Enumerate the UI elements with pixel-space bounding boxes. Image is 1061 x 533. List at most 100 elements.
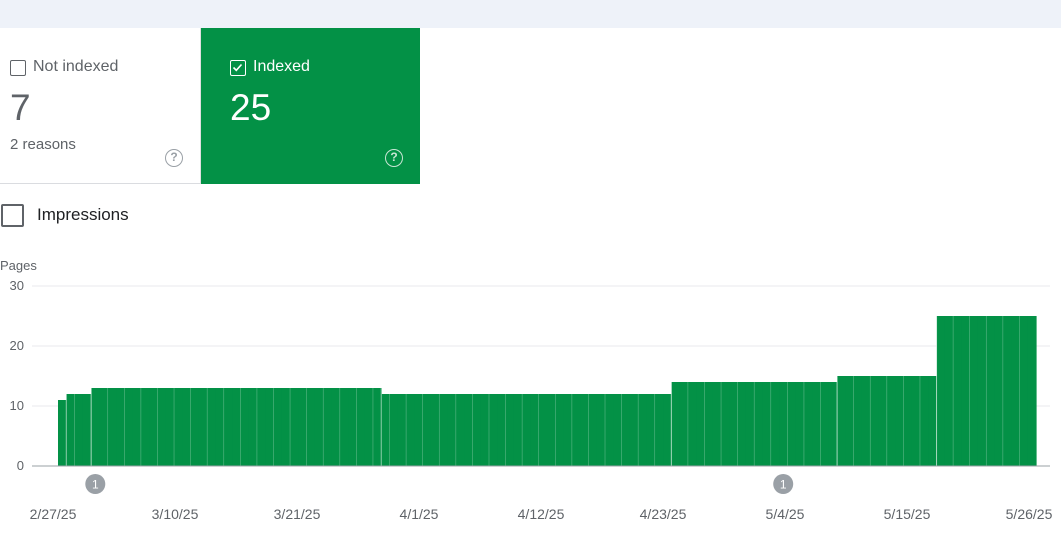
bar[interactable] bbox=[936, 316, 946, 466]
bar[interactable] bbox=[696, 382, 706, 466]
bar[interactable] bbox=[99, 388, 109, 466]
bar[interactable] bbox=[770, 382, 780, 466]
bar[interactable] bbox=[812, 382, 822, 466]
bar[interactable] bbox=[745, 382, 755, 466]
bar[interactable] bbox=[215, 388, 225, 466]
bar[interactable] bbox=[953, 316, 963, 466]
bar[interactable] bbox=[895, 376, 904, 466]
indexed-checkbox[interactable] bbox=[230, 60, 246, 76]
not-indexed-card[interactable]: Not indexed 7 2 reasons ? bbox=[0, 28, 201, 184]
bar[interactable] bbox=[464, 394, 474, 466]
bar[interactable] bbox=[472, 394, 482, 466]
bar[interactable] bbox=[704, 382, 714, 466]
bar[interactable] bbox=[157, 388, 167, 466]
bar[interactable] bbox=[986, 316, 996, 466]
bar[interactable] bbox=[605, 394, 614, 466]
not-indexed-checkbox[interactable] bbox=[10, 60, 26, 76]
bar[interactable] bbox=[903, 376, 913, 466]
bar[interactable] bbox=[737, 382, 747, 466]
bar[interactable] bbox=[116, 388, 125, 466]
bar[interactable] bbox=[1019, 316, 1029, 466]
bar[interactable] bbox=[223, 388, 233, 466]
bar[interactable] bbox=[679, 382, 689, 466]
bar[interactable] bbox=[663, 394, 672, 466]
bar[interactable] bbox=[638, 394, 648, 466]
bar[interactable] bbox=[828, 382, 838, 466]
bar[interactable] bbox=[613, 394, 623, 466]
bar[interactable] bbox=[571, 394, 581, 466]
indexed-card[interactable]: Indexed 25 ? bbox=[201, 28, 420, 184]
bar[interactable] bbox=[1002, 316, 1012, 466]
bar[interactable] bbox=[455, 394, 465, 466]
bar[interactable] bbox=[174, 388, 183, 466]
bar[interactable] bbox=[994, 316, 1004, 466]
bar[interactable] bbox=[505, 394, 515, 466]
bar[interactable] bbox=[944, 316, 954, 466]
bar[interactable] bbox=[381, 394, 391, 466]
bar[interactable] bbox=[331, 388, 341, 466]
bar[interactable] bbox=[522, 394, 532, 466]
bar[interactable] bbox=[687, 382, 697, 466]
bar[interactable] bbox=[588, 394, 598, 466]
bar[interactable] bbox=[845, 376, 855, 466]
bar[interactable] bbox=[290, 388, 299, 466]
bar[interactable] bbox=[132, 388, 142, 466]
bar[interactable] bbox=[861, 376, 871, 466]
bar[interactable] bbox=[977, 316, 987, 466]
bar[interactable] bbox=[198, 388, 208, 466]
bar[interactable] bbox=[754, 382, 764, 466]
bar[interactable] bbox=[911, 376, 921, 466]
bar[interactable] bbox=[563, 394, 573, 466]
question-circle-icon[interactable]: ? bbox=[165, 149, 183, 167]
bar[interactable] bbox=[646, 394, 656, 466]
bar[interactable] bbox=[240, 388, 250, 466]
bar[interactable] bbox=[878, 376, 888, 466]
bar[interactable] bbox=[779, 382, 788, 466]
bar[interactable] bbox=[314, 388, 324, 466]
bar[interactable] bbox=[555, 394, 565, 466]
bar[interactable] bbox=[406, 394, 415, 466]
bar[interactable] bbox=[356, 388, 366, 466]
bar[interactable] bbox=[265, 388, 275, 466]
bar[interactable] bbox=[364, 388, 374, 466]
bar[interactable] bbox=[480, 394, 490, 466]
bar[interactable] bbox=[447, 394, 457, 466]
bar[interactable] bbox=[182, 388, 192, 466]
bar[interactable] bbox=[190, 388, 200, 466]
bar[interactable] bbox=[837, 376, 846, 466]
bar[interactable] bbox=[969, 316, 979, 466]
bar[interactable] bbox=[547, 394, 556, 466]
bar[interactable] bbox=[629, 394, 639, 466]
bar[interactable] bbox=[671, 382, 681, 466]
bar[interactable] bbox=[232, 388, 241, 466]
bar[interactable] bbox=[430, 394, 440, 466]
bar[interactable] bbox=[928, 376, 938, 466]
bar[interactable] bbox=[306, 388, 316, 466]
bar[interactable] bbox=[1027, 316, 1037, 466]
bar[interactable] bbox=[323, 388, 333, 466]
bar[interactable] bbox=[870, 376, 880, 466]
bar[interactable] bbox=[273, 388, 283, 466]
bar[interactable] bbox=[397, 394, 407, 466]
bar[interactable] bbox=[107, 388, 117, 466]
bar[interactable] bbox=[853, 376, 863, 466]
bar[interactable] bbox=[165, 388, 175, 466]
bar[interactable] bbox=[654, 394, 664, 466]
bar[interactable] bbox=[820, 382, 830, 466]
bar[interactable] bbox=[961, 316, 971, 466]
bar[interactable] bbox=[787, 382, 797, 466]
bar[interactable] bbox=[762, 382, 772, 466]
bar[interactable] bbox=[140, 388, 150, 466]
bar[interactable] bbox=[488, 394, 498, 466]
bar[interactable] bbox=[580, 394, 590, 466]
bar[interactable] bbox=[919, 376, 929, 466]
bar[interactable] bbox=[372, 388, 382, 466]
bar[interactable] bbox=[339, 388, 349, 466]
bar[interactable] bbox=[803, 382, 813, 466]
bar[interactable] bbox=[1011, 316, 1021, 466]
bar[interactable] bbox=[248, 388, 258, 466]
bar[interactable] bbox=[729, 382, 739, 466]
bar[interactable] bbox=[621, 394, 631, 466]
bar[interactable] bbox=[58, 400, 67, 466]
bar[interactable] bbox=[389, 394, 399, 466]
